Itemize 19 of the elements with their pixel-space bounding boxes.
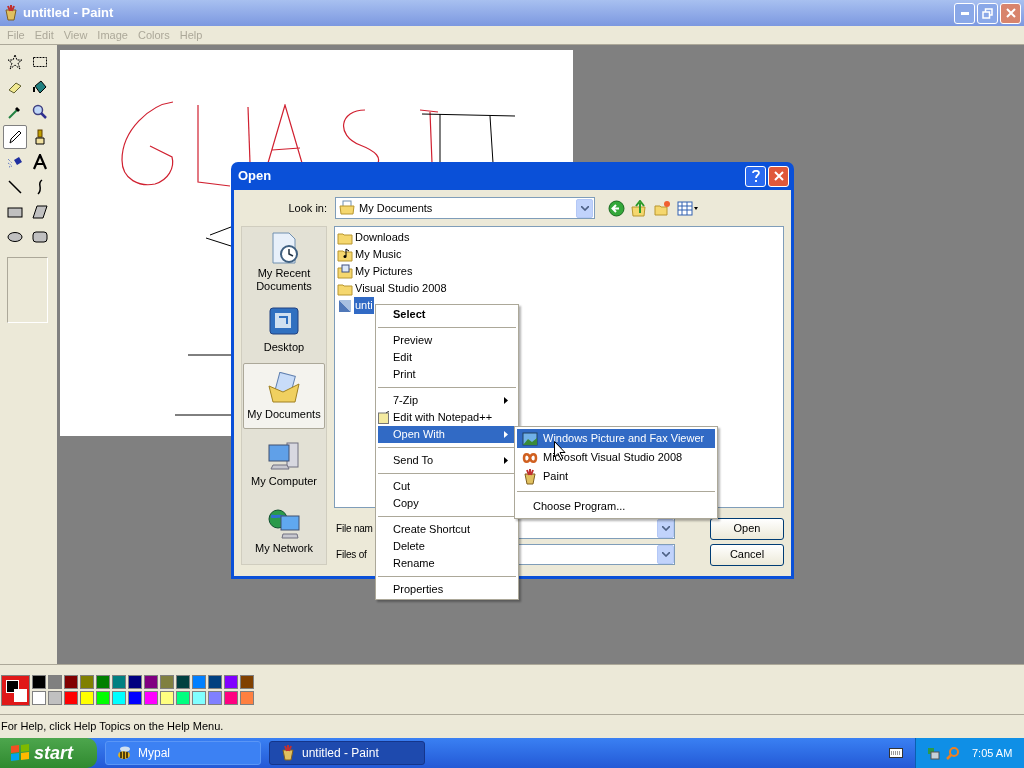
file-name: Visual Studio 2008	[354, 281, 448, 297]
look-in-value: My Documents	[359, 200, 434, 216]
clock: 7:05 AM	[972, 745, 1013, 761]
status-text: For Help, click Help Topics on the Help Menu.	[1, 719, 224, 735]
file-name: Downloads	[354, 230, 411, 246]
place-label: My Network	[254, 541, 314, 555]
file-type-label: Files of	[335, 548, 368, 562]
dialog-title: Open	[238, 167, 272, 186]
place-label: My Computer	[251, 474, 317, 488]
task-label: untitled - Paint	[302, 745, 379, 762]
window-title: untitled - Paint	[23, 4, 114, 23]
place-label: My Recent Documents	[255, 267, 313, 293]
place-label: My Documents	[247, 407, 321, 421]
file-name: unti	[354, 297, 374, 314]
file-name: My Music	[354, 247, 403, 263]
place-label: Desktop	[263, 340, 305, 354]
file-name: My Pictures	[354, 264, 414, 280]
task-label: Mypal	[138, 745, 170, 762]
look-in-label: Look in:	[287, 200, 327, 216]
